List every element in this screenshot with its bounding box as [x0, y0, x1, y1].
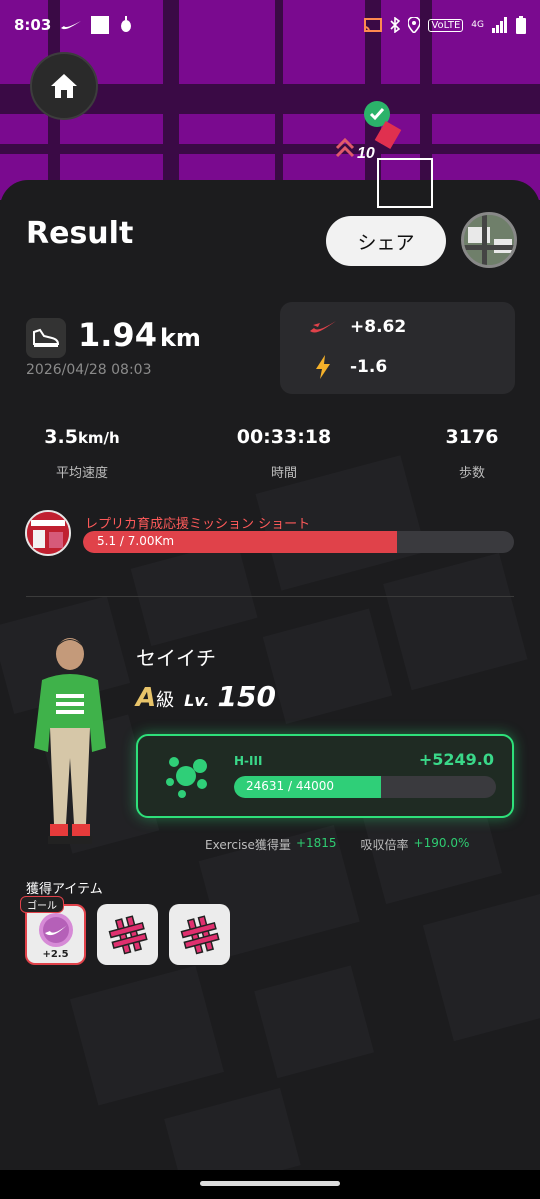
experience-progress-bar: 24631 / 44000	[234, 776, 496, 798]
speed-label: 平均速度	[55, 466, 108, 481]
bubbles-icon	[166, 757, 207, 798]
item-hashtag-1[interactable]	[97, 904, 158, 965]
hashtag-icon	[108, 914, 148, 954]
item-hashtag-2[interactable]	[169, 904, 230, 965]
absorption-rate: +190.0%	[413, 836, 470, 850]
character-figure[interactable]	[20, 628, 120, 858]
status-bar: 8:03 VoLTE 4G	[0, 0, 540, 50]
bluetooth-icon	[390, 17, 401, 33]
time-label: 時間	[270, 466, 297, 481]
nike-swoosh-red-icon	[310, 321, 336, 333]
home-button[interactable]	[30, 52, 98, 120]
signal-icon	[492, 17, 507, 33]
speed-value: 3.5	[44, 426, 78, 448]
route-map-thumbnail[interactable]	[461, 212, 517, 268]
android-debug-icon	[121, 16, 132, 32]
location-icon	[408, 17, 421, 33]
grade-letter: A	[136, 683, 157, 713]
character-grade: A 級 Lv. 150	[136, 680, 276, 713]
distance-unit: km	[159, 324, 201, 352]
goal-tag: ゴール	[20, 896, 64, 913]
experience-gain: +5249.0	[418, 750, 494, 769]
nike-swoosh-icon	[61, 21, 82, 30]
level-value: 150	[217, 680, 276, 713]
hashtag-icon	[180, 914, 220, 954]
system-nav-bar	[0, 1170, 540, 1199]
exercise-summary: Exercise獲得量 +1815 吸収倍率 +190.0%	[205, 836, 469, 853]
battery-icon	[516, 16, 526, 34]
shoe-icon	[33, 328, 60, 347]
metric-steps: 3176 歩数	[382, 426, 540, 481]
distance-display: 1.94 km	[78, 316, 201, 354]
shoe-icon-box	[26, 318, 66, 358]
volte-badge: VoLTE	[428, 18, 464, 32]
items-label: 獲得アイテム	[26, 882, 103, 897]
mission-title: レプリカ育成応援ミッション ショート	[85, 517, 311, 532]
square-notification-icon	[91, 16, 110, 34]
player-marker[interactable]: 10	[335, 100, 405, 162]
experience-tier: H-III	[234, 754, 263, 768]
network-generation: 4G	[471, 20, 484, 30]
steps-label: 歩数	[458, 466, 485, 481]
result-sheet: Result シェア 1.94 km 2026/04/28 08:03 +8.62…	[0, 180, 540, 1170]
absorption-label: 吸収倍率	[360, 838, 409, 852]
item-nike-token[interactable]: +2.5	[25, 904, 86, 965]
nike-points-value: +8.62	[350, 317, 407, 337]
mission-progress-bar: 5.1 / 7.00Km	[83, 531, 514, 553]
experience-progress-text: 24631 / 44000	[246, 779, 335, 793]
character-name: セイイチ	[136, 646, 216, 670]
home-icon	[51, 74, 77, 98]
lightning-icon	[316, 355, 330, 379]
exercise-label: Exercise獲得量	[205, 838, 291, 852]
share-button[interactable]: シェア	[326, 216, 446, 266]
nike-token-icon	[38, 912, 73, 947]
mission-badge[interactable]	[25, 510, 71, 556]
experience-card: H-III +5249.0 24631 / 44000	[136, 734, 514, 818]
section-divider	[26, 596, 514, 597]
run-datetime: 2026/04/28 08:03	[26, 362, 152, 378]
energy-row: -1.6	[310, 355, 388, 379]
distance-value: 1.94	[78, 316, 157, 354]
grade-suffix: 級	[156, 690, 175, 711]
reward-card: +8.62 -1.6	[280, 302, 515, 394]
nike-points-row: +8.62	[310, 316, 406, 338]
time-value: 00:33:18	[236, 426, 332, 448]
result-title: Result	[26, 216, 134, 251]
mission-progress-text: 5.1 / 7.00Km	[97, 534, 175, 548]
gesture-handle[interactable]	[200, 1181, 340, 1186]
speed-unit: km/h	[77, 429, 120, 447]
energy-value: -1.6	[350, 357, 388, 377]
level-label: Lv.	[184, 691, 210, 710]
metric-time: 00:33:18 時間	[194, 426, 374, 481]
steps-value: 3176	[445, 426, 499, 448]
map-selection-box	[377, 158, 433, 208]
item-quantity: +2.5	[42, 949, 69, 960]
status-time: 8:03	[14, 16, 52, 34]
metric-speed: 3.5km/h 平均速度	[0, 426, 172, 481]
cast-icon	[364, 18, 383, 32]
marker-level: 10	[357, 145, 375, 162]
exercise-amount: +1815	[295, 836, 337, 850]
